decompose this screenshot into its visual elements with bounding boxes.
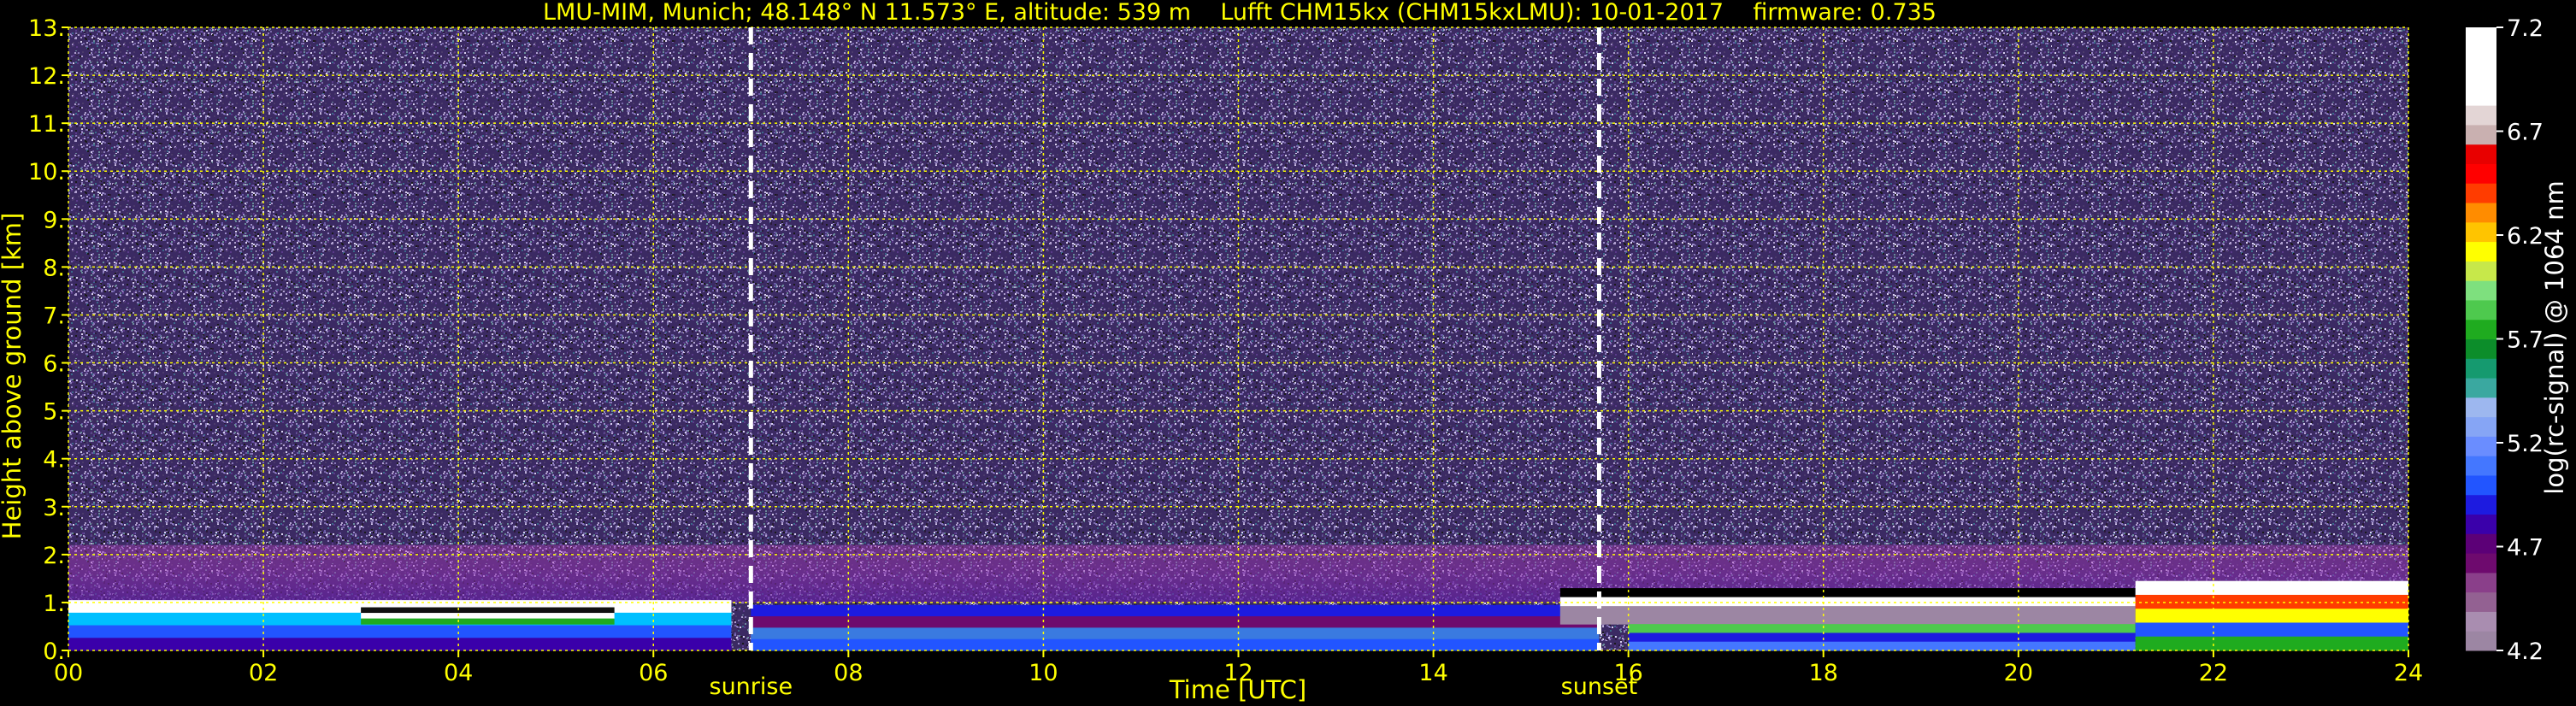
y-tick-label: 13. (28, 15, 65, 42)
colorbar-swatch (2466, 397, 2496, 418)
colorbar-ticks: 4.2 4.7 5.2 5.7 6.2 6.7 7.2 (2496, 15, 2544, 665)
y-axis-ticks: 0. 1. 2. 3. 4. 5. 6. 7. 8. 9. 10. 11. 12. 13. (28, 15, 68, 665)
x-tick-label: 02 (249, 660, 278, 686)
colorbar-swatch (2466, 338, 2496, 359)
colorbar-swatch (2466, 221, 2496, 243)
colorbar-tick-label: 4.7 (2507, 535, 2544, 562)
colorbar-swatch (2466, 611, 2496, 632)
layer-white-band (68, 638, 732, 651)
colorbar-swatch (2466, 514, 2496, 534)
y-tick-label: 6. (43, 351, 65, 378)
colorbar-swatch (2466, 203, 2496, 223)
layer-green-base (1628, 641, 2136, 651)
colorbar-swatch (2466, 299, 2496, 321)
y-tick-label: 7. (43, 303, 65, 329)
x-tick-label: 04 (444, 660, 473, 686)
x-tick-label: 10 (1029, 660, 1058, 686)
x-tick-label: 16 (1613, 660, 1642, 686)
colorbar-swatch (2466, 280, 2496, 301)
colorbar-swatch (2466, 144, 2496, 164)
colorbar-swatch (2466, 416, 2496, 437)
colorbar-swatch (2466, 183, 2496, 203)
colorbar-tick-label: 6.7 (2507, 120, 2544, 146)
y-tick-label: 11. (28, 111, 65, 138)
y-tick-label: 10. (28, 159, 65, 185)
y-tick-label: 8. (43, 255, 65, 281)
y-axis-label: Height above ground [km] (0, 213, 27, 540)
colorbar-swatch (2466, 474, 2496, 496)
layer-mixed-cloud (2135, 609, 2408, 623)
colorbar-tick-label: 5.2 (2507, 431, 2544, 457)
colorbar (2466, 27, 2496, 651)
x-tick-label: 22 (2199, 660, 2228, 686)
layer-black-white (1559, 606, 2136, 616)
layer-blue-purple (751, 627, 1600, 640)
colorbar-swatch (2466, 261, 2496, 281)
layer-blue-purple (751, 604, 1600, 617)
colorbar-swatch (2466, 494, 2496, 515)
colorbar-swatch (2466, 378, 2496, 398)
colorbar-swatch (2466, 163, 2496, 184)
x-tick-label: 20 (2004, 660, 2033, 686)
colorbar-swatch (2466, 553, 2496, 574)
layer-blue-purple (751, 616, 1600, 628)
layer-green-base (1628, 624, 2136, 633)
y-tick-label: 4. (43, 447, 65, 474)
y-tick-label: 12. (28, 63, 65, 90)
colorbar-swatch (2466, 358, 2496, 379)
layer-black-white (1559, 588, 2136, 598)
colorbar-swatch (2466, 124, 2496, 145)
y-tick-label: 5. (43, 399, 65, 426)
y-tick-label: 1. (43, 591, 65, 617)
y-tick-label: 0. (43, 638, 65, 665)
x-tick-label: 24 (2394, 660, 2423, 686)
ceilometer-chart: sunrise sunset 00 02 04 06 08 10 12 14 16 18 20 22 24… (0, 15, 2569, 704)
colorbar-tick-label: 7.2 (2507, 15, 2544, 42)
y-tick-label: 9. (43, 207, 65, 233)
layer-mixed-cloud (2135, 636, 2408, 651)
layer-mixed-cloud (2135, 580, 2408, 596)
y-tick-label: 2. (43, 543, 65, 569)
colorbar-swatch (2466, 436, 2496, 456)
colorbar-swatch (2466, 631, 2496, 651)
colorbar-swatch (2466, 27, 2496, 48)
layer-green-base (1628, 632, 2136, 643)
colorbar-label: log(rc-signal) @ 1064 nm (2540, 180, 2569, 494)
x-axis-label: Time [UTC] (1169, 675, 1306, 704)
x-tick-label: 08 (834, 660, 863, 686)
layer-mixed-cloud (2135, 622, 2408, 638)
layer-white-band (68, 625, 732, 638)
colorbar-swatch (2466, 241, 2496, 262)
y-tick-label: 3. (43, 495, 65, 521)
layer-black-white (1559, 615, 2136, 625)
colorbar-swatch (2466, 66, 2496, 86)
colorbar-tick-label: 6.2 (2507, 223, 2544, 250)
layer-cloud-dark (361, 618, 615, 625)
colorbar-swatch (2466, 591, 2496, 612)
colorbar-tick-label: 4.2 (2507, 638, 2544, 665)
colorbar-swatch (2466, 533, 2496, 554)
layer-cloud-dark (361, 607, 615, 614)
x-tick-label: 18 (1809, 660, 1838, 686)
colorbar-swatch (2466, 456, 2496, 476)
colorbar-swatch (2466, 105, 2496, 126)
sunrise-label: sunrise (710, 674, 793, 700)
colorbar-tick-label: 5.7 (2507, 327, 2544, 354)
x-tick-label: 06 (639, 660, 668, 686)
colorbar-swatch (2466, 46, 2496, 68)
colorbar-swatch (2466, 85, 2496, 106)
layer-blue-purple (751, 638, 1600, 651)
x-tick-label: 14 (1418, 660, 1447, 686)
colorbar-swatch (2466, 572, 2496, 593)
layer-cloud-dark (361, 613, 615, 620)
colorbar-swatch (2466, 319, 2496, 339)
layer-black-white (1559, 597, 2136, 607)
